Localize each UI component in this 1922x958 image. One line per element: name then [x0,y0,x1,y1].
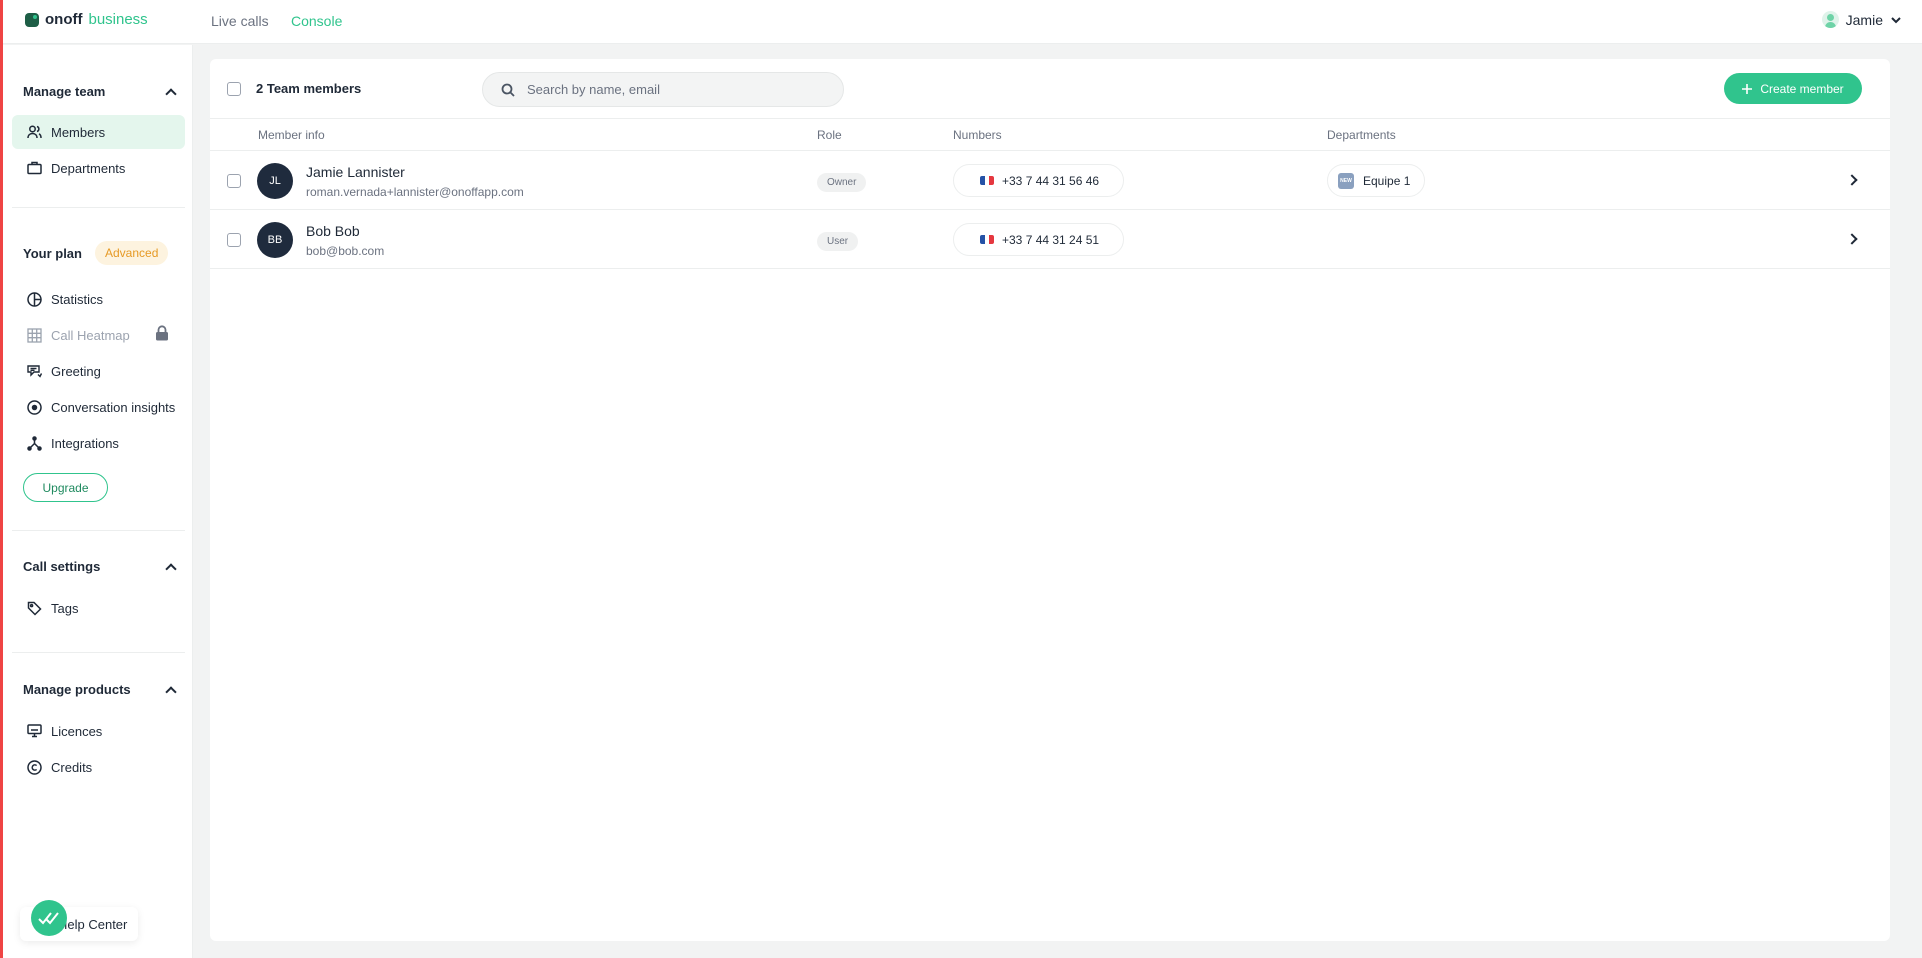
table-header: Member info Role Numbers Departments [210,119,1890,151]
chevron-up-icon [165,87,177,100]
integrations-icon [26,435,42,451]
section-title: Manage products [23,682,131,697]
column-numbers: Numbers [953,128,1002,142]
section-manage-products[interactable]: Manage products [23,682,177,698]
search-box[interactable] [482,72,844,107]
grid-icon [26,327,42,343]
chevron-up-icon [165,562,177,575]
checkmarks-icon [38,912,59,925]
member-name: Jamie Lannister [306,164,405,180]
row-checkbox[interactable] [227,174,241,188]
table-row[interactable]: JL Jamie Lannister roman.vernada+lannist… [210,151,1890,210]
sidebar-item-label: Conversation insights [51,399,176,415]
chevron-down-icon [1891,16,1901,23]
create-member-button[interactable]: Create member [1724,73,1862,104]
role-badge: User [817,232,859,251]
upgrade-button[interactable]: Upgrade [23,473,108,502]
role-badge: Owner [817,173,867,192]
sidebar-item-credits[interactable]: Credits [12,750,185,784]
phone-number-chip: +33 7 44 31 56 46 [953,164,1125,197]
nav-live-calls[interactable]: Live calls [211,13,269,29]
sidebar-item-label: Integrations [51,435,119,451]
phone-number: +33 7 44 31 24 51 [1002,232,1100,247]
target-icon [26,399,42,415]
panel-header: 2 Team members Create member [210,59,1890,119]
licence-icon [26,723,42,739]
member-name: Bob Bob [306,223,360,239]
select-all-checkbox[interactable] [227,82,241,96]
department-chip: NEW Equipe 1 [1327,164,1426,197]
create-member-label: Create member [1760,81,1844,96]
lock-icon [155,325,169,345]
sidebar-item-conversation-insights[interactable]: Conversation insights [12,390,185,424]
chevron-right-icon[interactable] [1846,174,1858,186]
phone-number: +33 7 44 31 56 46 [1002,173,1100,188]
app-logo[interactable]: onoff business [25,11,148,28]
member-email: bob@bob.com [306,244,385,258]
help-center-label: Help Center [58,916,128,932]
row-checkbox[interactable] [227,233,241,247]
tag-icon [26,600,42,616]
logo-text-light: business [88,11,148,28]
chevron-right-icon[interactable] [1846,233,1858,245]
member-email: roman.vernada+lannister@onoffapp.com [306,185,524,199]
users-icon [26,124,42,140]
user-avatar-icon [1821,11,1839,28]
pie-chart-icon [26,291,42,307]
sidebar-item-label: Licences [51,723,103,739]
france-flag-icon [980,235,994,244]
sidebar-item-integrations[interactable]: Integrations [12,426,185,460]
search-icon [501,83,515,97]
sidebar-item-label: Statistics [51,291,104,307]
sidebar-item-label: Credits [51,759,93,775]
section-title: Manage team [23,84,106,99]
sidebar-item-licences[interactable]: Licences [12,714,185,748]
logo-text-bold: onoff [45,11,83,28]
nav-console[interactable]: Console [291,13,342,29]
divider [12,530,185,531]
plan-badge: Advanced [95,241,169,265]
sidebar-item-members[interactable]: Members [12,115,185,149]
section-manage-team[interactable]: Manage team [23,84,177,100]
user-name: Jamie [1845,11,1883,28]
logo-icon [25,12,39,27]
sidebar-item-tags[interactable]: Tags [12,591,185,625]
plus-icon [1742,83,1753,94]
help-chat-bubble[interactable] [31,900,67,936]
members-panel: 2 Team members Create member Member info… [210,59,1890,941]
sidebar-item-label: Tags [51,600,79,616]
column-departments: Departments [1327,128,1396,142]
sidebar-item-label: Departments [51,160,126,176]
sidebar-item-greeting[interactable]: Greeting [12,354,185,388]
copyright-icon [26,759,42,775]
avatar: JL [257,163,293,199]
chevron-up-icon [165,685,177,698]
divider [12,652,185,653]
column-role: Role [817,128,842,142]
top-bar: onoff business Live calls Console Jamie [3,0,1922,44]
department-name: Equipe 1 [1363,173,1411,188]
phone-number-chip: +33 7 44 31 24 51 [953,223,1125,256]
plan-title: Your plan [23,246,82,261]
avatar: BB [257,222,293,258]
sidebar-item-statistics[interactable]: Statistics [12,282,185,316]
sidebar-item-label: Members [51,124,106,140]
column-member-info: Member info [258,128,325,142]
table-row[interactable]: BB Bob Bob bob@bob.com User +33 7 44 31 … [210,210,1890,269]
sidebar-item-departments[interactable]: Departments [12,151,185,185]
section-call-settings[interactable]: Call settings [23,559,177,575]
section-title: Call settings [23,559,101,574]
france-flag-icon [980,176,994,185]
search-input[interactable] [527,82,807,97]
sidebar: Manage team Members Departments Your pla… [3,45,193,958]
briefcase-icon [26,160,42,176]
sidebar-item-label: Call Heatmap [51,327,130,343]
new-badge-icon: NEW [1338,172,1354,189]
divider [12,207,185,208]
greeting-icon [26,363,42,379]
sidebar-item-label: Greeting [51,363,101,379]
member-count: 2 Team members [256,81,362,96]
user-menu[interactable]: Jamie [1821,11,1902,28]
